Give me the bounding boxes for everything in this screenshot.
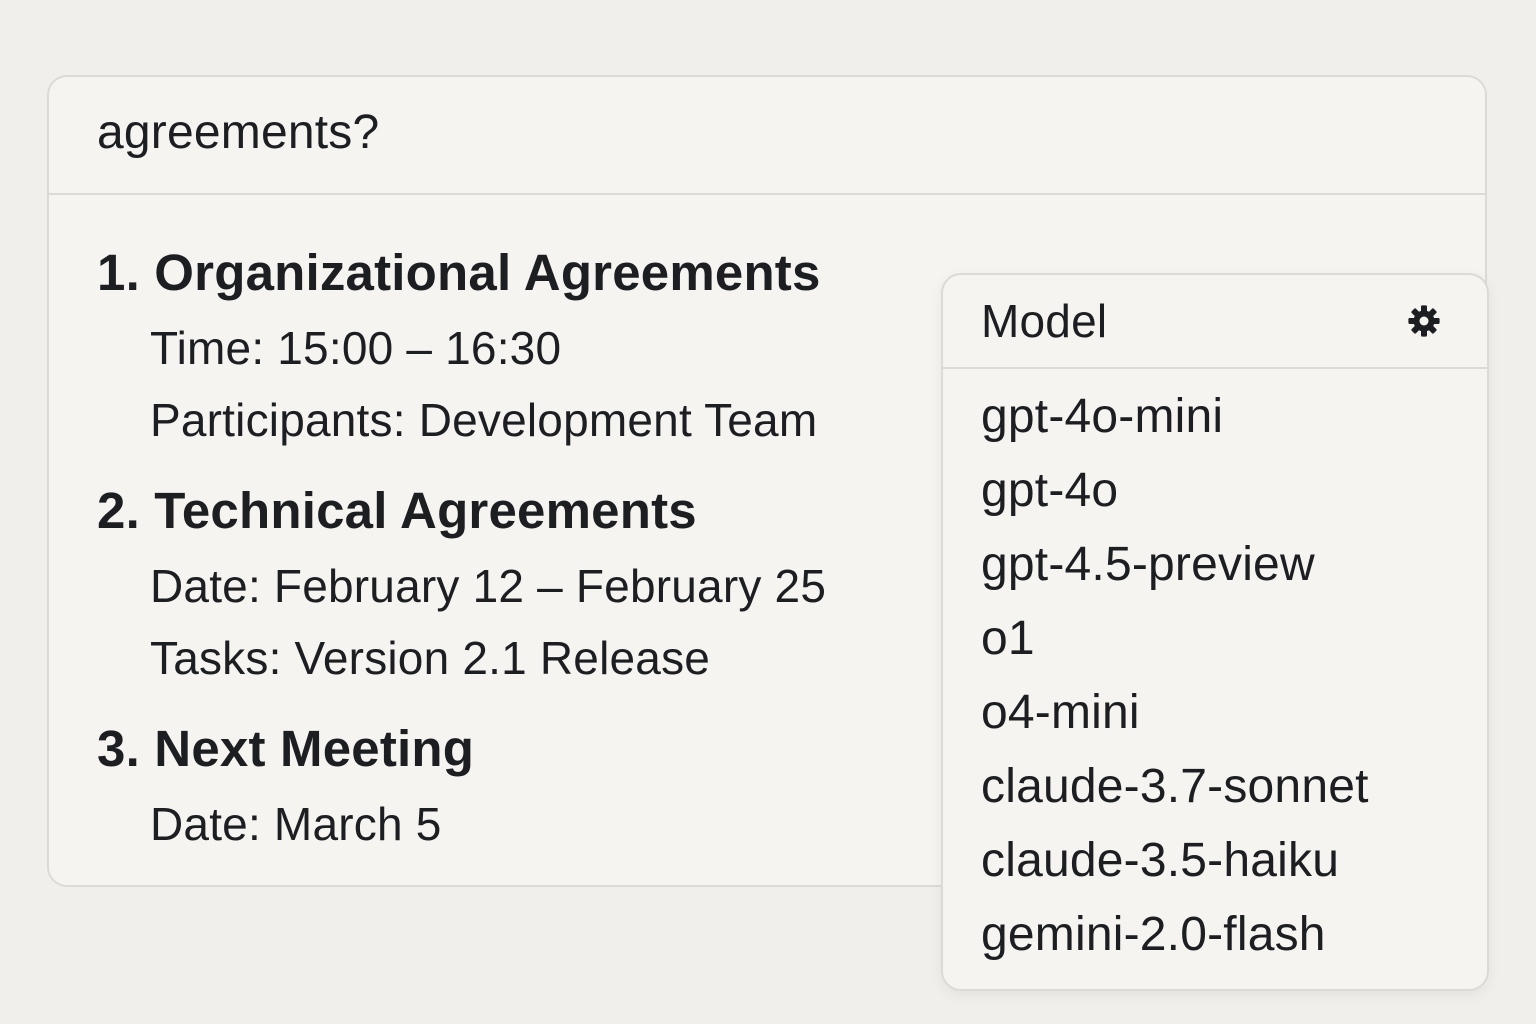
model-dropdown-title: Model: [981, 295, 1108, 347]
model-option-gpt-4o[interactable]: gpt-4o: [981, 467, 1118, 515]
gear-icon[interactable]: [1405, 302, 1443, 340]
model-option-o4-mini[interactable]: o4-mini: [981, 689, 1140, 737]
model-option-o1[interactable]: o1: [981, 615, 1035, 663]
section-title-next-meeting: 3. Next Meeting: [97, 720, 475, 777]
model-dropdown-header: Model: [943, 275, 1487, 369]
model-dropdown[interactable]: Model gpt-4o-mini gpt-4o gpt-4.5-preview…: [941, 273, 1489, 991]
section-line-date-range: Date: February 12 – February 25: [150, 560, 827, 612]
model-option-gemini-2-0-flash[interactable]: gemini-2.0-flash: [981, 911, 1326, 959]
section-line-meeting-date: Date: March 5: [150, 798, 442, 850]
section-line-participants: Participants: Development Team: [150, 394, 818, 446]
query-header: agreements?: [49, 77, 1485, 195]
model-option-gpt-4-5-preview[interactable]: gpt-4.5-preview: [981, 541, 1315, 589]
section-line-time: Time: 15:00 – 16:30: [150, 322, 562, 374]
section-line-tasks: Tasks: Version 2.1 Release: [150, 632, 711, 684]
model-option-gpt-4o-mini[interactable]: gpt-4o-mini: [981, 393, 1223, 441]
model-option-claude-3-7-sonnet[interactable]: claude-3.7-sonnet: [981, 763, 1369, 811]
section-title-organizational: 1. Organizational Agreements: [97, 244, 821, 301]
model-option-claude-3-5-haiku[interactable]: claude-3.5-haiku: [981, 837, 1339, 885]
section-title-technical: 2. Technical Agreements: [97, 482, 697, 539]
query-text: agreements?: [97, 106, 380, 159]
